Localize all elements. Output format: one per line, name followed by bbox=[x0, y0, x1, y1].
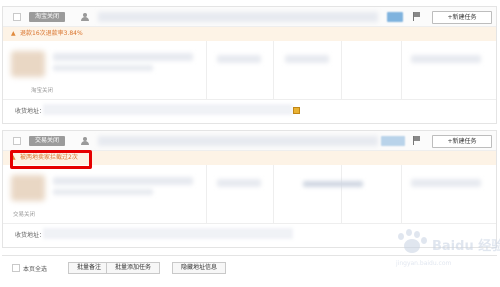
order-checkbox[interactable] bbox=[13, 13, 21, 21]
product-title-redacted bbox=[53, 53, 193, 61]
order-header: 淘宝关闭 +新建任务 bbox=[3, 7, 496, 27]
order-note-bar: ▲ 退款16次退款率3.84% bbox=[3, 27, 496, 41]
buyer-info-redacted bbox=[411, 55, 481, 63]
order-info-redacted bbox=[98, 136, 378, 146]
flag-icon[interactable] bbox=[413, 12, 421, 21]
warning-icon: ▲ bbox=[11, 30, 16, 37]
column-divider bbox=[206, 165, 207, 223]
order-status-badge: 交易关闭 bbox=[29, 136, 66, 146]
amount-redacted bbox=[303, 181, 363, 187]
column-divider bbox=[341, 165, 342, 223]
address-label: 收货地址： bbox=[15, 108, 46, 115]
highlight-box bbox=[10, 150, 92, 169]
order-sub-status: 交易关闭 bbox=[13, 212, 36, 218]
order-status-badge: 淘宝关闭 bbox=[29, 12, 66, 22]
paw-icon bbox=[396, 229, 436, 261]
buyer-info-redacted bbox=[411, 179, 481, 187]
product-title-redacted bbox=[53, 177, 193, 185]
order-checkbox[interactable] bbox=[13, 137, 21, 145]
user-icon[interactable] bbox=[81, 137, 89, 145]
column-divider bbox=[341, 41, 342, 99]
column-divider bbox=[206, 41, 207, 99]
product-thumbnail bbox=[11, 175, 45, 201]
address-redacted bbox=[43, 104, 293, 115]
column-divider bbox=[401, 165, 402, 223]
price-redacted bbox=[217, 179, 261, 187]
batch-remark-button[interactable]: 批量备注 bbox=[68, 262, 111, 274]
column-divider bbox=[401, 41, 402, 99]
hide-address-button[interactable]: 隐藏地址信息 bbox=[172, 262, 227, 274]
select-all-checkbox[interactable] bbox=[12, 264, 20, 272]
watermark-text: Baidu 经验 bbox=[432, 239, 500, 254]
select-all-label: 本页全选 bbox=[23, 266, 48, 273]
price-redacted bbox=[217, 55, 261, 63]
amount-redacted bbox=[285, 55, 329, 63]
address-redacted bbox=[43, 228, 293, 239]
order-sub-status: 淘宝关闭 bbox=[31, 88, 54, 94]
new-task-button[interactable]: +新建任务 bbox=[432, 135, 492, 148]
order-info-redacted bbox=[98, 12, 378, 22]
address-label: 收货地址： bbox=[15, 232, 46, 239]
order-tag bbox=[381, 136, 405, 146]
address-row: 收货地址： bbox=[3, 99, 496, 119]
order-card: 淘宝关闭 +新建任务 ▲ 退款16次退款率3.84% 淘宝关闭 收货地址： bbox=[2, 6, 497, 124]
user-icon[interactable] bbox=[81, 13, 89, 21]
baidu-watermark: Baidu 经验 jingyan.baidu.com bbox=[396, 229, 500, 269]
watermark-url: jingyan.baidu.com bbox=[396, 260, 452, 267]
column-divider bbox=[273, 165, 274, 223]
new-task-button[interactable]: +新建任务 bbox=[432, 11, 492, 24]
order-tag bbox=[387, 12, 403, 22]
order-note-text: 退款16次退款率3.84% bbox=[20, 30, 83, 37]
flag-icon[interactable] bbox=[413, 136, 421, 145]
order-header: 交易关闭 +新建任务 bbox=[3, 131, 496, 151]
product-spec-redacted bbox=[53, 65, 153, 71]
product-thumbnail bbox=[11, 51, 45, 77]
copy-icon[interactable] bbox=[293, 107, 300, 114]
column-divider bbox=[273, 41, 274, 99]
product-spec-redacted bbox=[53, 189, 153, 195]
batch-add-task-button[interactable]: 批量添加任务 bbox=[106, 262, 161, 274]
